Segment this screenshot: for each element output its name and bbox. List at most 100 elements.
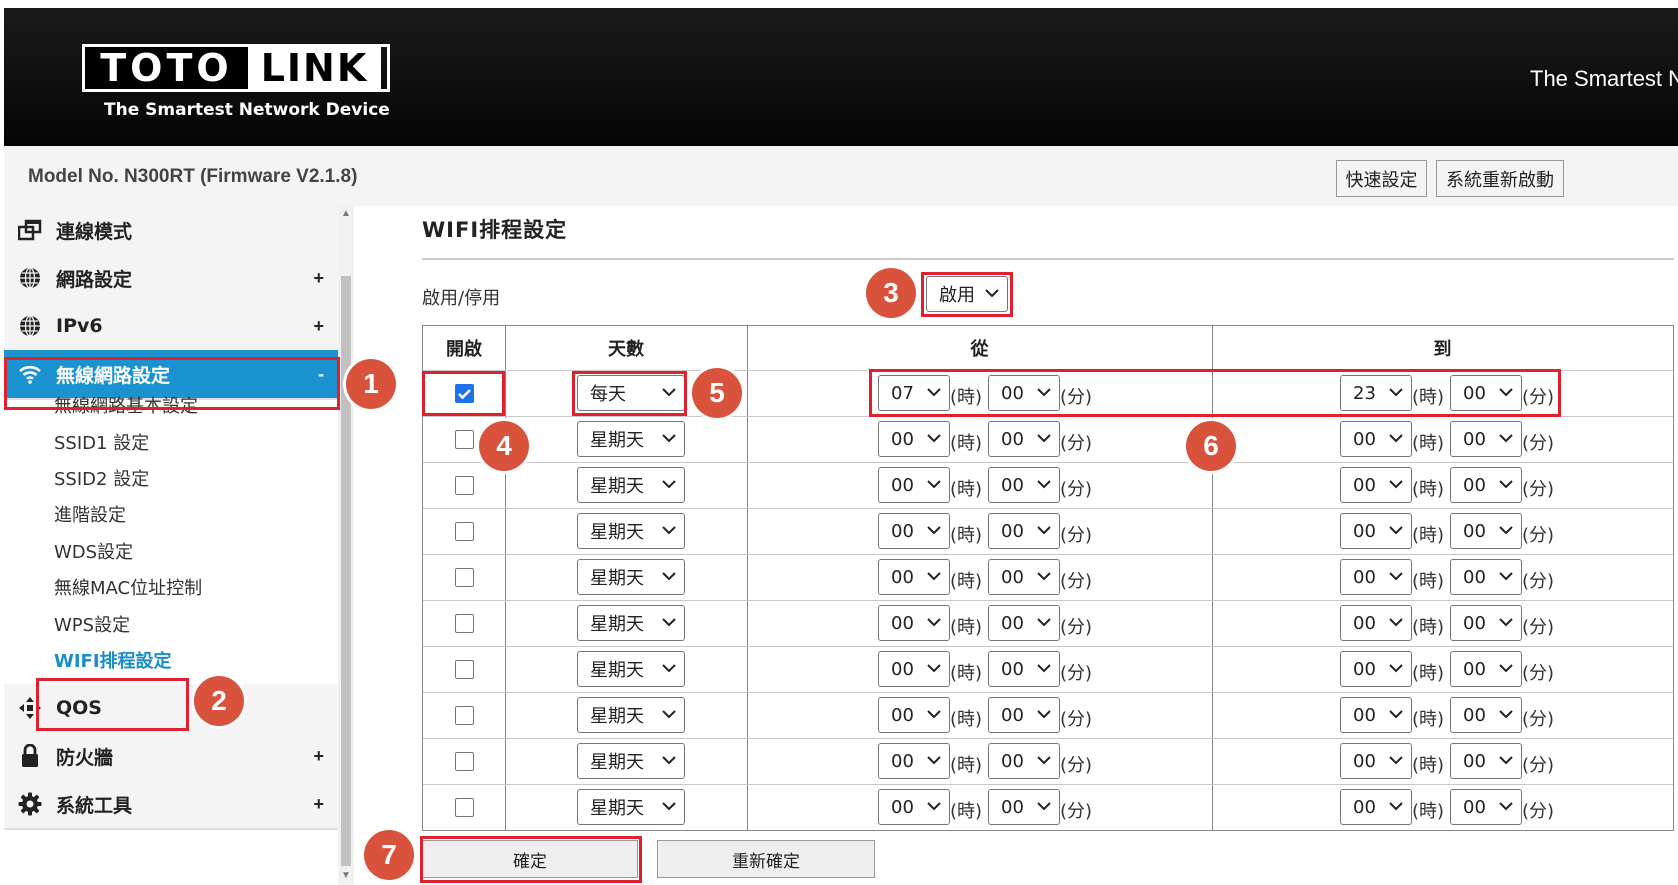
to-hour-select[interactable]: 00 — [1340, 513, 1412, 549]
to-hour-select[interactable]: 23 — [1340, 375, 1412, 411]
minute-unit: (分) — [1060, 525, 1093, 546]
from-hour-select[interactable]: 00 — [878, 651, 950, 687]
day-select[interactable]: 星期天 — [577, 743, 685, 779]
from-hour-select[interactable]: 00 — [878, 605, 950, 641]
from-hour-select-value: 00 — [891, 796, 914, 818]
sidebar-subitem-mac-control[interactable]: 無線MAC位址控制 — [54, 574, 202, 600]
enable-checkbox[interactable] — [455, 660, 474, 679]
scroll-thumb[interactable] — [341, 276, 351, 866]
from-minute-select[interactable]: 00 — [988, 513, 1060, 549]
to-minute-select[interactable]: 00 — [1450, 651, 1522, 687]
minute-unit: (分) — [1522, 755, 1555, 776]
from-minute-select[interactable]: 00 — [988, 651, 1060, 687]
sidebar-scrollbar[interactable]: ▲ ▼ — [338, 206, 354, 885]
sidebar-subitem-wireless-basic[interactable]: 無線網路基本設定 — [54, 392, 198, 418]
chevron-down-icon — [927, 480, 941, 489]
to-hour-select-value: 00 — [1353, 428, 1376, 450]
from-minute-select[interactable]: 00 — [988, 605, 1060, 641]
to-minute-select[interactable]: 00 — [1450, 789, 1522, 825]
from-hour-select[interactable]: 00 — [878, 513, 950, 549]
to-minute-select[interactable]: 00 — [1450, 697, 1522, 733]
sidebar-subitem-ssid2[interactable]: SSID2 設定 — [54, 465, 149, 491]
to-minute-select[interactable]: 00 — [1450, 375, 1522, 411]
from-minute-select[interactable]: 00 — [988, 743, 1060, 779]
to-hour-select[interactable]: 00 — [1340, 743, 1412, 779]
day-select[interactable]: 每天 — [577, 375, 685, 411]
day-select[interactable]: 星期天 — [577, 697, 685, 733]
from-hour-select[interactable]: 00 — [878, 743, 950, 779]
from-minute-select[interactable]: 00 — [988, 697, 1060, 733]
from-minute-select[interactable]: 00 — [988, 789, 1060, 825]
chevron-down-icon — [1499, 572, 1513, 581]
day-select[interactable]: 星期天 — [577, 421, 685, 457]
from-hour-select-value: 00 — [891, 520, 914, 542]
sidebar-subitem-wps[interactable]: WPS設定 — [54, 611, 130, 637]
enable-checkbox[interactable] — [455, 430, 474, 449]
enable-checkbox[interactable] — [455, 706, 474, 725]
day-select[interactable]: 星期天 — [577, 559, 685, 595]
sidebar-item-system-tools[interactable]: 系統工具 + — [4, 780, 338, 830]
chevron-down-icon — [927, 434, 941, 443]
sidebar-item-qos[interactable]: QOS — [4, 684, 338, 734]
sidebar-item-ipv6[interactable]: IPv6 + — [4, 302, 338, 352]
enable-checkbox[interactable] — [455, 614, 474, 633]
enable-checkbox[interactable] — [455, 752, 474, 771]
chevron-down-icon — [927, 526, 941, 535]
from-hour-select[interactable]: 00 — [878, 789, 950, 825]
minute-unit: (分) — [1522, 801, 1555, 822]
sidebar-item-firewall[interactable]: 防火牆 + — [4, 732, 338, 782]
enable-checkbox[interactable] — [455, 476, 474, 495]
gear-icon — [18, 792, 42, 816]
scroll-down-icon[interactable]: ▼ — [341, 870, 351, 881]
to-hour-select[interactable]: 00 — [1340, 559, 1412, 595]
enable-checkbox[interactable] — [455, 522, 474, 541]
enable-select[interactable]: 啟用 — [926, 276, 1008, 312]
from-minute-select[interactable]: 00 — [988, 559, 1060, 595]
to-minute-select[interactable]: 00 — [1450, 559, 1522, 595]
sidebar-item-connection-mode[interactable]: 連線模式 — [4, 206, 338, 256]
from-hour-select[interactable]: 00 — [878, 559, 950, 595]
to-minute-select[interactable]: 00 — [1450, 743, 1522, 779]
enable-checkbox[interactable] — [455, 568, 474, 587]
from-hour-select[interactable]: 07 — [878, 375, 950, 411]
to-hour-select[interactable]: 00 — [1340, 697, 1412, 733]
to-hour-select[interactable]: 00 — [1340, 789, 1412, 825]
enable-checkbox[interactable] — [455, 798, 474, 817]
sidebar-subitem-advanced[interactable]: 進階設定 — [54, 501, 126, 527]
quick-setup-button[interactable]: 快速設定 — [1336, 160, 1427, 197]
reboot-button[interactable]: 系統重新啟動 — [1436, 160, 1564, 197]
day-select[interactable]: 星期天 — [577, 605, 685, 641]
day-select[interactable]: 星期天 — [577, 467, 685, 503]
from-minute-select-value: 00 — [1001, 566, 1024, 588]
sidebar-item-network[interactable]: 網路設定 + — [4, 254, 338, 304]
day-select[interactable]: 星期天 — [577, 513, 685, 549]
from-minute-select[interactable]: 00 — [988, 467, 1060, 503]
minute-unit: (分) — [1522, 571, 1555, 592]
from-minute-select[interactable]: 00 — [988, 375, 1060, 411]
day-select[interactable]: 星期天 — [577, 789, 685, 825]
scroll-up-icon[interactable]: ▲ — [341, 208, 351, 219]
day-select[interactable]: 星期天 — [577, 651, 685, 687]
to-hour-select[interactable]: 00 — [1340, 605, 1412, 641]
to-minute-select[interactable]: 00 — [1450, 605, 1522, 641]
sidebar-subitem-wds[interactable]: WDS設定 — [54, 538, 133, 564]
to-minute-select[interactable]: 00 — [1450, 421, 1522, 457]
enable-checkbox[interactable] — [455, 384, 474, 403]
to-hour-select[interactable]: 00 — [1340, 421, 1412, 457]
day-select-value: 星期天 — [590, 614, 644, 635]
sidebar-subitem-wifi-schedule[interactable]: WIFI排程設定 — [54, 647, 172, 673]
day-select-value: 每天 — [590, 384, 626, 405]
from-hour-select[interactable]: 00 — [878, 421, 950, 457]
from-hour-select[interactable]: 00 — [878, 467, 950, 503]
window-icon — [18, 218, 42, 242]
to-hour-select[interactable]: 00 — [1340, 467, 1412, 503]
reset-button[interactable]: 重新確定 — [657, 840, 875, 878]
confirm-button[interactable]: 確定 — [422, 840, 638, 878]
to-minute-select[interactable]: 00 — [1450, 467, 1522, 503]
day-select-value: 星期天 — [590, 568, 644, 589]
to-minute-select[interactable]: 00 — [1450, 513, 1522, 549]
to-hour-select[interactable]: 00 — [1340, 651, 1412, 687]
sidebar-subitem-ssid1[interactable]: SSID1 設定 — [54, 429, 149, 455]
from-minute-select[interactable]: 00 — [988, 421, 1060, 457]
from-hour-select[interactable]: 00 — [878, 697, 950, 733]
